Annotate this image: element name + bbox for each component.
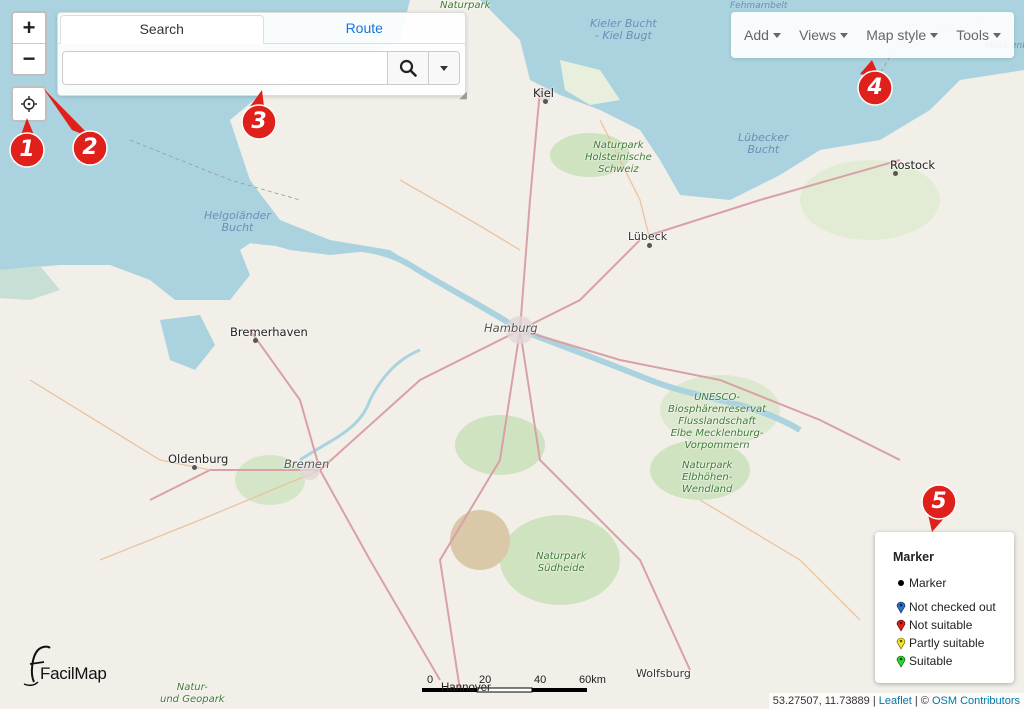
chevron-down-icon	[930, 32, 939, 38]
search-options-dropdown[interactable]	[428, 52, 459, 84]
menu-tools[interactable]: Tools	[956, 27, 1001, 43]
label-fehmarnbelt: Fehmarnbelt	[730, 1, 788, 11]
zoom-control: + −	[11, 11, 47, 76]
badge-1: 1	[8, 131, 46, 169]
pin-green-icon	[896, 655, 906, 668]
logo-text: FacilMap	[40, 664, 107, 683]
search-input[interactable]	[63, 52, 387, 84]
attribution: 53.27507, 11.73889 | Leaflet | © OSM Con…	[768, 693, 1024, 709]
label-luebeck: Lübeck	[628, 230, 668, 243]
pin-blue-icon	[896, 601, 906, 614]
badge-3: 3	[240, 103, 278, 141]
search-panel: Search Route ◢	[57, 12, 467, 101]
scale-tick-60: 60km	[579, 674, 606, 686]
tab-route[interactable]: Route	[264, 13, 466, 43]
tab-search[interactable]: Search	[60, 15, 264, 44]
scale-tick-40: 40	[534, 674, 547, 686]
label-naturpark-top: Naturpark	[440, 0, 491, 11]
chevron-down-icon	[772, 32, 781, 38]
resize-handle-icon[interactable]: ◢	[459, 90, 467, 101]
legend-item-not-checked-out[interactable]: Not checked out	[893, 598, 1014, 616]
label-rostock: Rostock	[890, 158, 936, 172]
label-unesco: UNESCO- Biosphärenreservat Flusslandschaft…	[668, 392, 767, 451]
coordinates-readout: 53.27507, 11.73889	[772, 695, 870, 707]
menu-views[interactable]: Views	[799, 27, 849, 43]
label-kieler-bucht: Kieler Bucht - Kiel Bugt	[590, 17, 657, 42]
badge-5: 5	[920, 483, 958, 521]
label-luebecker-bucht: Lübecker Bucht	[738, 131, 789, 156]
pin-red-icon	[896, 619, 906, 632]
toolbar-menu: Add Views Map style Tools	[731, 12, 1014, 58]
label-helgolander-bucht: Helgoländer Bucht	[204, 209, 271, 234]
label-hamburg: Hamburg	[484, 321, 538, 335]
label-bremen: Bremen	[284, 457, 330, 471]
label-oldenburg: Oldenburg	[168, 452, 229, 466]
leaflet-link[interactable]: Leaflet	[879, 695, 912, 707]
zoom-out-button[interactable]: −	[13, 44, 45, 74]
facilmap-logo: FacilMap	[20, 644, 110, 688]
label-geopark: Natur-und Geopark	[160, 682, 225, 705]
badge-4: 4	[856, 69, 894, 107]
search-icon	[399, 59, 417, 77]
badge-2: 2	[71, 129, 109, 167]
label-wolfsburg: Wolfsburg	[636, 667, 691, 680]
menu-add[interactable]: Add	[744, 27, 781, 43]
osm-contributors-link[interactable]: OSM Contributors	[932, 695, 1020, 707]
search-button[interactable]	[387, 52, 428, 84]
search-tabs: Search Route	[58, 13, 465, 44]
label-elbhoehen: Naturpark Elbhöhen- Wendland	[682, 460, 733, 495]
legend-title: Marker	[893, 550, 934, 564]
chevron-down-icon	[840, 32, 849, 38]
scale-tick-0: 0	[427, 674, 434, 686]
crosshair-icon	[21, 96, 37, 112]
legend-item-partly-suitable[interactable]: Partly suitable	[893, 634, 1014, 652]
menu-map-style[interactable]: Map style	[866, 27, 939, 43]
locate-button[interactable]	[11, 86, 47, 122]
search-row	[62, 51, 460, 85]
label-bremerhaven: Bremerhaven	[230, 325, 308, 339]
legend-item-not-suitable[interactable]: Not suitable	[893, 616, 1014, 634]
chevron-down-icon	[992, 32, 1001, 38]
label-suedheide: Naturpark Südheide	[536, 551, 587, 574]
chevron-down-icon	[440, 65, 448, 71]
label-hannover: Hannover	[441, 682, 491, 694]
legend-item-marker[interactable]: Marker	[893, 574, 1014, 592]
zoom-in-button[interactable]: +	[13, 13, 45, 44]
label-holsteinische-schweiz: Naturpark Holsteinische Schweiz	[585, 140, 652, 175]
legend-item-suitable[interactable]: Suitable	[893, 652, 1014, 670]
dot-icon	[898, 580, 904, 586]
legend-panel: Marker Marker Not checked out Not suitab…	[875, 532, 1014, 683]
pin-yellow-icon	[896, 637, 906, 650]
label-kiel: Kiel	[533, 86, 555, 100]
